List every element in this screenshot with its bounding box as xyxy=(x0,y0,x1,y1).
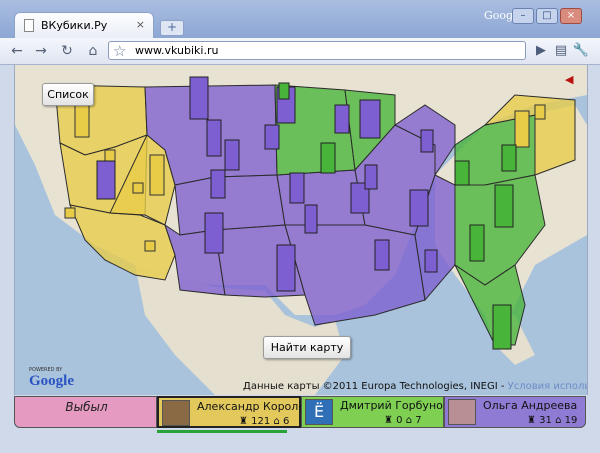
terms-link[interactable]: Условия использования xyxy=(508,381,587,392)
house-count: 6 xyxy=(282,416,290,427)
list-button[interactable]: Список xyxy=(42,83,94,106)
google-logo[interactable]: Google xyxy=(29,373,74,390)
dice-stack xyxy=(264,124,280,150)
dice-icon: ♜ xyxy=(384,415,393,426)
page-menu-icon[interactable]: ▤ xyxy=(552,42,570,60)
dice-stack xyxy=(409,189,429,227)
dice-stack xyxy=(206,119,222,157)
dice-stack xyxy=(501,144,517,172)
home-icon[interactable]: ⌂ xyxy=(84,42,102,60)
player-slot-eliminated: Выбыл xyxy=(14,396,157,428)
dice-stack xyxy=(320,142,336,174)
player-stats: ♜ 31 ⌂ 19 xyxy=(527,415,577,426)
reload-icon[interactable]: ↻ xyxy=(58,42,76,60)
dice-stack xyxy=(374,239,390,271)
dice-stack xyxy=(469,224,485,262)
dice-count: 0 xyxy=(396,415,403,426)
player-name: Александр Королёв xyxy=(197,400,312,413)
browser-toolbar: ← → ↻ ⌂ ☆ www.vkubiki.ru ▶ ▤ 🔧 xyxy=(0,38,600,65)
dice-stack xyxy=(492,304,512,350)
page-icon xyxy=(24,19,34,32)
dice-stack xyxy=(424,249,438,273)
player-name: Ольга Андреева xyxy=(483,399,578,412)
tab-close-icon[interactable]: × xyxy=(136,18,145,31)
url-text[interactable]: www.vkubiki.ru xyxy=(135,44,218,57)
dice-stack xyxy=(454,160,470,186)
dice-stack xyxy=(364,164,378,190)
address-bar[interactable]: ☆ www.vkubiki.ru xyxy=(108,41,526,60)
game-board[interactable]: Список Найти карту ◀ POWERED BY Google Д… xyxy=(14,65,588,395)
new-tab-button[interactable]: + xyxy=(160,20,184,36)
dice-stack xyxy=(494,184,514,228)
dice-stack xyxy=(304,204,318,234)
dice-stack xyxy=(132,182,144,194)
tab-title: ВКубики.Ру xyxy=(41,19,108,32)
avatar xyxy=(448,399,476,425)
player-name: Дмитрий Горбунов xyxy=(340,399,450,412)
dice-stack xyxy=(289,172,305,204)
maximize-button[interactable]: □ xyxy=(536,8,558,24)
go-icon[interactable]: ▶ xyxy=(532,42,550,60)
avatar: Ё xyxy=(305,399,333,425)
dice-stack xyxy=(514,110,530,148)
bookmark-star-icon[interactable]: ☆ xyxy=(113,42,126,60)
avatar xyxy=(162,400,190,426)
dice-stack xyxy=(224,139,240,171)
player-slot-3[interactable]: Ольга Андреева ♜ 31 ⌂ 19 xyxy=(444,396,586,428)
house-count: 19 xyxy=(564,415,578,426)
dice-stack xyxy=(278,82,290,100)
back-icon[interactable]: ← xyxy=(8,42,26,60)
player-stats: ♜ 121 ⌂ 6 xyxy=(239,416,289,427)
house-icon: ⌂ xyxy=(555,415,562,426)
speaker-icon[interactable]: ◀ xyxy=(565,73,573,86)
dice-count: 121 xyxy=(251,416,271,427)
close-button[interactable]: × xyxy=(560,8,582,24)
map-credit: Данные карты ©2011 Europa Technologies, … xyxy=(243,381,587,392)
eliminated-label: Выбыл xyxy=(65,400,108,414)
dice-stack xyxy=(144,240,156,252)
active-player-indicator xyxy=(157,430,287,433)
title-bar: ВКубики.Ру × + Google – □ × xyxy=(0,0,600,39)
player-bar: Выбыл Александр Королёв ♜ 121 ⌂ 6 Ё Дмит… xyxy=(14,396,586,430)
dice-stack xyxy=(359,99,381,139)
house-icon: ⌂ xyxy=(405,415,413,426)
dice-stack xyxy=(334,104,350,134)
dice-stack xyxy=(189,76,209,120)
dice-stack xyxy=(276,244,296,292)
find-map-button[interactable]: Найти карту xyxy=(263,336,351,359)
dice-stack xyxy=(74,104,90,138)
dice-stack xyxy=(210,169,226,199)
dice-stack xyxy=(420,129,434,153)
player-slot-2[interactable]: Ё Дмитрий Горбунов ♜ 0 ⌂ 7 xyxy=(301,396,449,428)
dice-stack xyxy=(149,154,165,196)
dice-icon: ♜ xyxy=(527,415,536,426)
minimize-button[interactable]: – xyxy=(512,8,534,24)
dice-icon: ♜ xyxy=(239,416,248,427)
dice-count: 31 xyxy=(539,415,552,426)
dice-stack xyxy=(64,207,76,219)
dice-stack xyxy=(96,160,116,200)
dice-stack xyxy=(534,104,546,120)
house-count: 7 xyxy=(415,415,422,426)
dice-stack xyxy=(204,212,224,254)
player-slot-1[interactable]: Александр Королёв ♜ 121 ⌂ 6 xyxy=(157,396,312,428)
wrench-icon[interactable]: 🔧 xyxy=(572,42,590,60)
map-credit-text: Данные карты ©2011 Europa Technologies, … xyxy=(243,381,505,392)
forward-icon[interactable]: → xyxy=(32,42,50,60)
player-stats: ♜ 0 ⌂ 7 xyxy=(384,415,422,426)
browser-tab[interactable]: ВКубики.Ру × xyxy=(14,12,154,39)
house-icon: ⌂ xyxy=(273,416,280,427)
